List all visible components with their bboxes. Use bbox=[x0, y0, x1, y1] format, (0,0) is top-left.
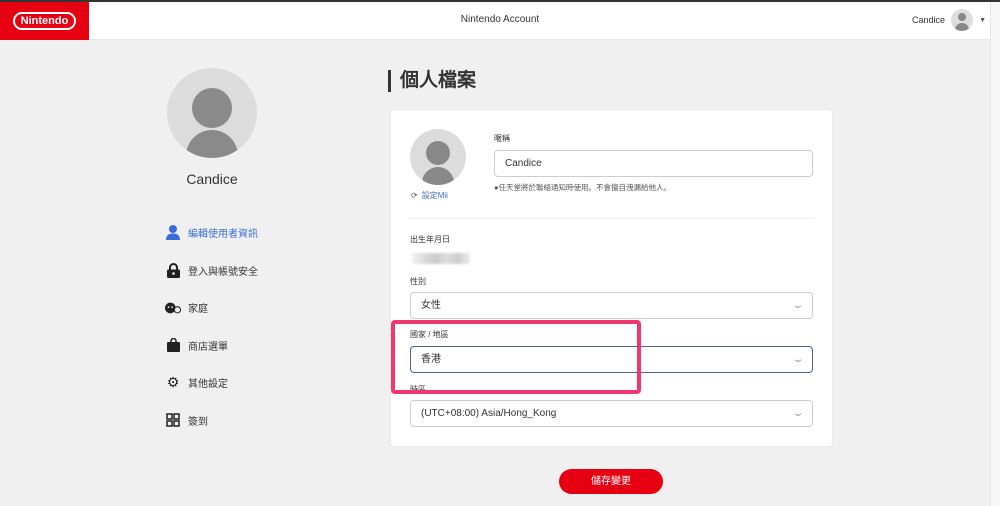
shopping-bag-icon bbox=[165, 337, 181, 353]
refresh-icon: ⟳ bbox=[411, 191, 418, 200]
nickname-input[interactable] bbox=[494, 150, 813, 177]
birthday-value-redacted bbox=[412, 253, 470, 264]
annotation-highlight-box bbox=[391, 320, 641, 394]
sidebar-item-label: 編輯使用者資訊 bbox=[188, 229, 258, 241]
gender-value: 女性 bbox=[421, 300, 441, 311]
profile-form-card: ⟳設定Mii 暱稱 ●任天堂將於聯絡通知時使用。不會擅自洩漏給他人。 出生年月日… bbox=[390, 109, 833, 447]
set-mii-link[interactable]: ⟳ 設定Mii bbox=[411, 190, 448, 201]
header: Nintendo Nintendo Account Candice ▼ bbox=[0, 2, 990, 40]
user-icon bbox=[165, 225, 181, 241]
nickname-label: 暱稱 bbox=[494, 134, 510, 143]
lock-icon bbox=[165, 262, 181, 278]
sidebar-item-label: 家庭 bbox=[188, 304, 208, 316]
mii-avatar bbox=[410, 129, 466, 185]
sidebar-item-label: 商店選單 bbox=[188, 341, 228, 353]
profile-name: Candice bbox=[186, 171, 238, 187]
caret-down-icon: ▼ bbox=[979, 16, 986, 24]
sidebar-item-edit-user-info[interactable]: 編輯使用者資訊 bbox=[165, 214, 258, 252]
set-mii-label: 設定Mii bbox=[421, 191, 448, 200]
sidebar-item-label: 其他設定 bbox=[188, 379, 228, 391]
sidebar-item-family[interactable]: 家庭 bbox=[165, 289, 258, 327]
header-title: Nintendo Account bbox=[460, 14, 540, 25]
sidebar-item-login-security[interactable]: 登入與帳號安全 bbox=[165, 252, 258, 290]
save-changes-button[interactable]: 儲存變更 bbox=[559, 469, 663, 494]
gear-icon: ⚙ bbox=[166, 374, 180, 391]
gender-label: 性別 bbox=[410, 277, 426, 286]
user-menu[interactable]: Candice ▼ bbox=[912, 9, 986, 31]
sidebar-item-other-settings[interactable]: ⚙ 其他設定 bbox=[165, 364, 258, 402]
header-user-name: Candice bbox=[912, 15, 946, 25]
timezone-select[interactable]: (UTC+08:00) Asia/Hong_Kong ⌄ bbox=[410, 400, 813, 427]
sidebar-item-label: 簽到 bbox=[188, 416, 208, 428]
avatar bbox=[951, 9, 974, 31]
scrollbar[interactable] bbox=[990, 2, 1000, 506]
nickname-hint: ●任天堂將於聯絡通知時使用。不會擅自洩漏給他人。 bbox=[494, 183, 672, 192]
profile-avatar bbox=[167, 68, 257, 158]
qr-code-icon bbox=[165, 412, 181, 428]
family-icon bbox=[165, 300, 181, 316]
birthday-label: 出生年月日 bbox=[410, 235, 450, 244]
chevron-down-icon: ⌄ bbox=[791, 354, 805, 365]
divider bbox=[410, 218, 813, 219]
timezone-value: (UTC+08:00) Asia/Hong_Kong bbox=[421, 408, 557, 419]
sidebar-item-label: 登入與帳號安全 bbox=[188, 266, 258, 278]
chevron-down-icon: ⌄ bbox=[791, 300, 805, 311]
chevron-down-icon: ⌄ bbox=[791, 408, 805, 419]
gender-select[interactable]: 女性 ⌄ bbox=[410, 292, 813, 319]
sidebar-item-check-in[interactable]: 簽到 bbox=[165, 402, 258, 440]
sidebar-item-shop-menu[interactable]: 商店選單 bbox=[165, 327, 258, 365]
page-title: 個人檔案 bbox=[388, 70, 476, 92]
sidebar-nav: 編輯使用者資訊 登入與帳號安全 家庭 商店選單 ⚙ 其他設定 簽到 bbox=[165, 214, 258, 439]
